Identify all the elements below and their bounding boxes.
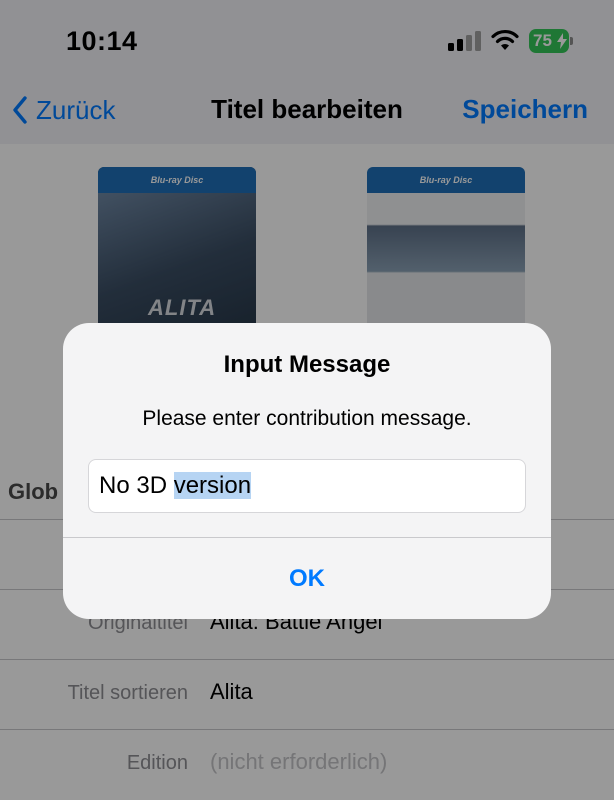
ok-button[interactable]: OK [63, 538, 551, 619]
contribution-message-input[interactable]: No 3D version [88, 459, 526, 513]
selected-text: version [173, 472, 252, 499]
input-message-dialog: Input Message Please enter contribution … [63, 323, 551, 619]
dialog-message: Please enter contribution message. [142, 407, 472, 430]
dialog-title: Input Message [223, 351, 391, 378]
input-text: No 3D [99, 472, 174, 499]
